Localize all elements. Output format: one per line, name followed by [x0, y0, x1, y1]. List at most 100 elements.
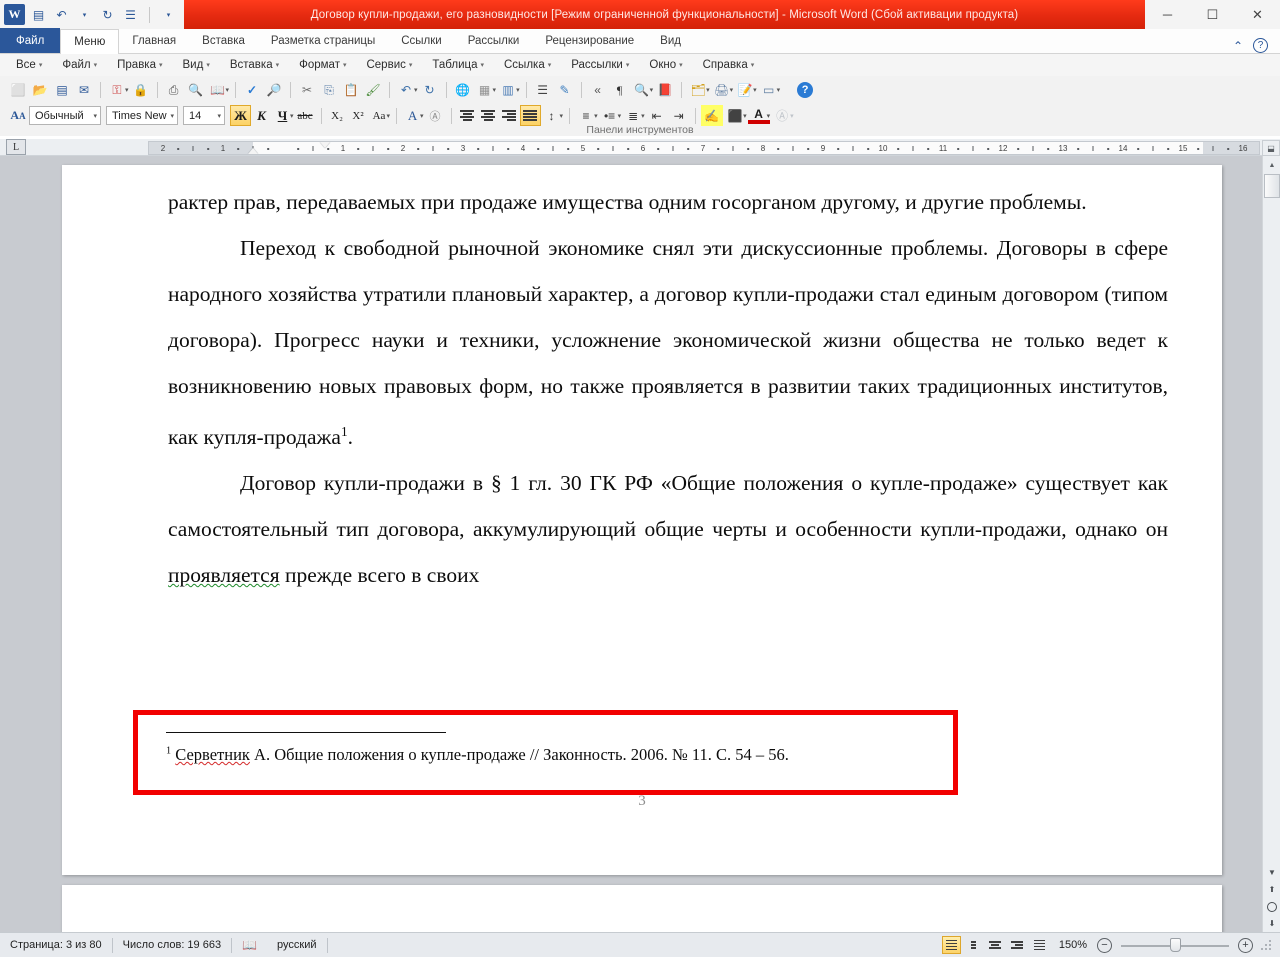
word-count-indicator[interactable]: Число слов: 19 663 [113, 933, 231, 958]
scroll-down-button[interactable]: ▼ [1263, 864, 1280, 881]
underline-dropdown-icon[interactable]: ▾ [290, 112, 294, 120]
tab-references[interactable]: Ссылки [388, 28, 455, 53]
multilevel-list-icon[interactable]: ≣ [622, 105, 644, 126]
format-painter-icon[interactable]: 🖌 [362, 80, 384, 101]
increase-indent-icon[interactable]: ⇥ [668, 105, 690, 126]
document-page[interactable]: рактер прав, передаваемых при продаже им… [62, 165, 1222, 875]
styles-icon[interactable]: AA [7, 105, 29, 126]
menu-item-mailings[interactable]: Рассылки▾ [561, 57, 639, 73]
columns-icon[interactable]: ☰ [532, 80, 554, 101]
page-indicator[interactable]: Страница: 3 из 80 [0, 933, 112, 958]
quick-access-toolbar[interactable]: W ▤ ↶ ▾ ↻ ☰ ▾ [0, 0, 184, 29]
research-icon[interactable]: 🔎 [263, 80, 285, 101]
scroll-up-button[interactable]: ▲ [1263, 156, 1280, 174]
left-indent-marker[interactable] [248, 148, 258, 154]
permission-icon[interactable]: ⚿ [106, 80, 128, 101]
previous-page-button[interactable]: ⬆ [1263, 881, 1280, 898]
bold-button[interactable]: Ж [230, 105, 251, 126]
tab-file[interactable]: Файл [0, 28, 60, 53]
tab-insert[interactable]: Вставка [189, 28, 258, 53]
print-layout-view-button[interactable] [942, 936, 961, 954]
menu-item-table[interactable]: Таблица▾ [422, 57, 494, 73]
spelling-check-icon[interactable]: ✓ [241, 80, 263, 101]
menu-item-file[interactable]: Файл▾ [52, 57, 107, 73]
help-icon[interactable]: ? [1253, 38, 1268, 53]
print-icon[interactable]: ⎙ [163, 80, 185, 101]
footnote-reference-mark[interactable]: 1 [341, 424, 348, 439]
resize-grip-icon[interactable] [1260, 939, 1272, 951]
paste-icon[interactable]: 📋 [340, 80, 362, 101]
close-button[interactable]: ✕ [1235, 0, 1280, 29]
customize-qat-icon[interactable]: ▾ [159, 5, 178, 24]
shading-icon[interactable]: ⬛ [724, 105, 746, 126]
subscript-button[interactable]: X₂ [327, 105, 348, 126]
dictionary-icon[interactable]: 📕 [654, 80, 676, 101]
select-browse-object-button[interactable] [1263, 898, 1280, 915]
zoom-in-button[interactable]: + [1238, 938, 1253, 953]
line-spacing-icon[interactable]: ↕ [541, 105, 563, 126]
menu-item-link[interactable]: Ссылка▾ [494, 57, 561, 73]
show-formatting-marks-icon[interactable]: ¶ [609, 80, 631, 101]
vertical-scrollbar[interactable]: ▲ ▼ ⬆ ⬇ [1262, 156, 1280, 932]
zoom-level-label[interactable]: 150% [1052, 939, 1094, 951]
zoom-slider[interactable] [1121, 936, 1229, 954]
reading-layout-icon[interactable]: 📖 [207, 80, 229, 101]
strikethrough-button[interactable]: abc [295, 105, 316, 126]
menu-item-view[interactable]: Вид▾ [173, 57, 220, 73]
align-left-button[interactable] [457, 105, 478, 126]
undo-dropdown-icon[interactable]: ▾ [75, 5, 94, 24]
zoom-icon[interactable]: 🔍 [631, 80, 653, 101]
style-combobox[interactable]: Обычный ▾ [29, 106, 101, 125]
proofing-errors-button[interactable]: 📖 [232, 933, 267, 958]
cut-icon[interactable]: ✂ [296, 80, 318, 101]
decrease-indent-icon[interactable]: ⇤ [646, 105, 668, 126]
zoom-slider-thumb[interactable] [1170, 938, 1181, 952]
hyperlink-icon[interactable]: 🌐 [452, 80, 474, 101]
next-page-button[interactable]: ⬇ [1263, 915, 1280, 932]
document-page-next[interactable] [62, 885, 1222, 932]
tab-menu[interactable]: Меню [60, 29, 119, 54]
collapse-ribbon-icon[interactable]: ⌃ [1233, 39, 1243, 53]
split-window-handle[interactable]: ⬓ [1262, 140, 1280, 156]
save-icon[interactable]: ▤ [51, 80, 73, 101]
numbered-list-icon[interactable]: ≡ [575, 105, 597, 126]
maximize-button[interactable]: ☐ [1190, 0, 1235, 29]
menu-item-edit[interactable]: Правка▾ [107, 57, 172, 73]
horizontal-ruler[interactable]: 2 1 1 2 3 4 5 6 7 [148, 141, 1260, 155]
tab-stop-selector[interactable]: L [6, 139, 26, 155]
redo-icon[interactable]: ↻ [419, 80, 441, 101]
full-screen-reading-view-button[interactable] [964, 936, 983, 954]
phonetic-guide-button[interactable]: Ⓐ [425, 105, 446, 126]
menu-item-help[interactable]: Справка▾ [693, 57, 765, 73]
email-icon[interactable]: ✉ [73, 80, 95, 101]
edit-document-icon[interactable]: 📝 [734, 80, 756, 101]
word-logo-icon[interactable]: W [4, 4, 25, 25]
font-combobox[interactable]: Times New ▾ [106, 106, 178, 125]
tab-mailings[interactable]: Рассылки [455, 28, 533, 53]
draft-view-button[interactable] [1030, 936, 1049, 954]
web-layout-view-button[interactable] [986, 936, 1005, 954]
help-round-icon[interactable]: ? [797, 82, 813, 98]
insert-table-icon[interactable]: ▥ [497, 80, 519, 101]
drawing-icon[interactable]: ✎ [554, 80, 576, 101]
clear-formatting-icon[interactable]: Ⓐ [771, 105, 793, 126]
font-color-icon[interactable]: A [748, 107, 770, 124]
tab-view[interactable]: Вид [647, 28, 694, 53]
redo-icon[interactable]: ↻ [98, 5, 117, 24]
outline-view-button[interactable] [1008, 936, 1027, 954]
undo-icon[interactable]: ↶ [395, 80, 417, 101]
copy-icon[interactable]: ⎘ [318, 80, 340, 101]
open-folder-icon[interactable]: 📂 [29, 80, 51, 101]
change-case-dropdown-icon[interactable]: ▾ [387, 112, 391, 120]
bulleted-list-icon[interactable]: •≡ [599, 105, 621, 126]
font-size-combobox[interactable]: 14 ▾ [183, 106, 225, 125]
grammar-error-text[interactable]: проявляется [168, 563, 280, 587]
print-setup-icon[interactable]: 🖨 [711, 80, 733, 101]
open-recent-icon[interactable]: 🗂 [687, 80, 709, 101]
decrease-indent-icon[interactable]: « [587, 80, 609, 101]
undo-icon[interactable]: ↶ [52, 5, 71, 24]
minimize-button[interactable]: ─ [1145, 0, 1190, 29]
text-highlight-icon[interactable]: ✍ [701, 105, 723, 126]
menu-item-format[interactable]: Формат▾ [289, 57, 356, 73]
zoom-out-button[interactable]: − [1097, 938, 1112, 953]
